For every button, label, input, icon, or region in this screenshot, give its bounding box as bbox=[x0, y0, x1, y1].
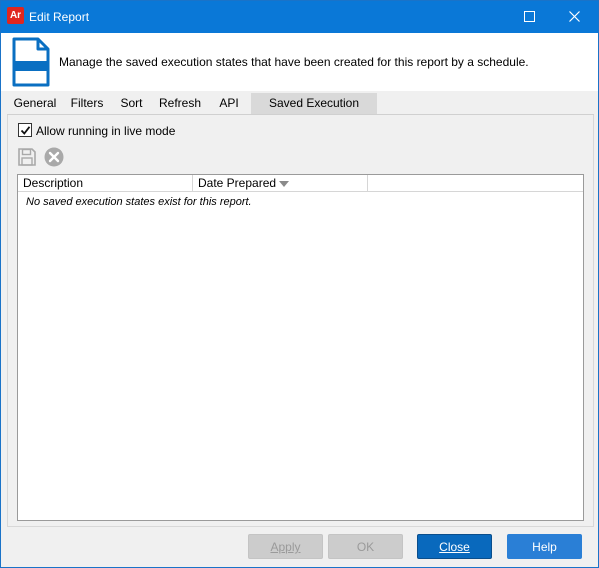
tab-sort[interactable]: Sort bbox=[115, 93, 148, 114]
maximize-button[interactable] bbox=[507, 1, 553, 33]
tab-filters[interactable]: Filters bbox=[65, 93, 109, 114]
close-window-button[interactable] bbox=[552, 1, 598, 33]
help-button-label: Help bbox=[532, 540, 557, 554]
live-mode-label[interactable]: Allow running in live mode bbox=[36, 124, 175, 138]
app-logo-icon: Ar bbox=[7, 7, 24, 24]
edit-report-dialog: Ar Edit Report Manage the saved executio… bbox=[0, 0, 599, 568]
ok-button[interactable]: OK bbox=[328, 534, 403, 559]
header-banner: Manage the saved execution states that h… bbox=[1, 33, 598, 91]
apply-button-label: Apply bbox=[270, 540, 301, 554]
close-icon bbox=[569, 11, 580, 22]
tab-saved-execution-states[interactable]: Saved Execution States bbox=[251, 93, 377, 130]
close-button-label: Close bbox=[439, 540, 470, 554]
tab-api[interactable]: API bbox=[213, 93, 245, 114]
column-header-date-prepared-label: Date Prepared bbox=[198, 176, 277, 190]
window-title: Edit Report bbox=[29, 10, 90, 24]
empty-table-message: No saved execution states exist for this… bbox=[26, 196, 252, 208]
save-icon[interactable] bbox=[16, 146, 38, 168]
tab-refresh[interactable]: Refresh bbox=[154, 93, 206, 114]
sort-descending-icon bbox=[279, 181, 289, 187]
tab-general[interactable]: General bbox=[10, 93, 60, 114]
title-bar[interactable]: Ar Edit Report bbox=[1, 1, 598, 33]
apply-button[interactable]: Apply bbox=[248, 534, 323, 559]
header-description: Manage the saved execution states that h… bbox=[59, 55, 529, 69]
ok-button-label: OK bbox=[356, 540, 375, 554]
delete-icon[interactable] bbox=[43, 146, 65, 168]
execution-states-table[interactable]: Description Date Prepared No saved execu… bbox=[17, 174, 584, 521]
column-header-description[interactable]: Description bbox=[18, 175, 193, 192]
maximize-icon bbox=[524, 11, 535, 22]
help-button[interactable]: Help bbox=[507, 534, 582, 559]
column-header-date-prepared[interactable]: Date Prepared bbox=[193, 175, 368, 192]
table-header: Description Date Prepared bbox=[18, 175, 583, 192]
live-mode-checkbox[interactable] bbox=[18, 123, 32, 137]
close-button[interactable]: Close bbox=[417, 534, 492, 559]
checkmark-icon bbox=[20, 126, 31, 135]
document-icon bbox=[12, 37, 50, 87]
